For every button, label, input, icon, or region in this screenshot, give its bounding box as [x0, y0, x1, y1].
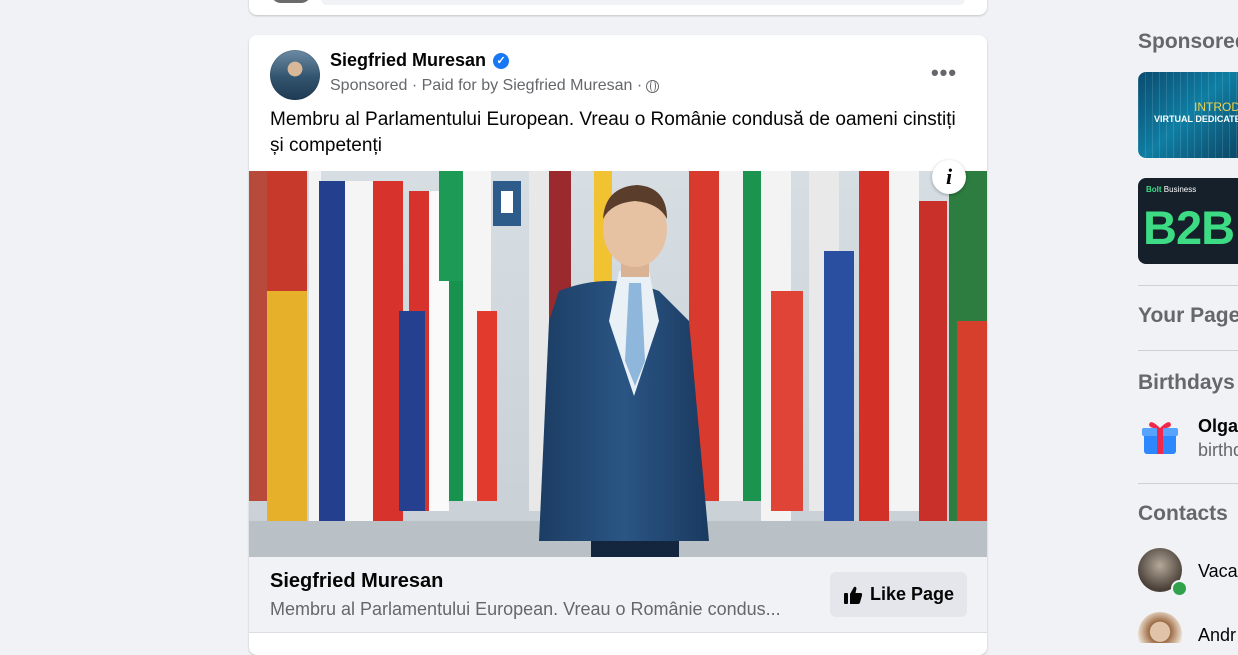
- your-pages-heading[interactable]: Your Pages: [1138, 304, 1238, 328]
- sponsored-label: Sponsored · Paid for by Siegfried Muresa…: [330, 77, 643, 94]
- like-page-button[interactable]: Like Page: [830, 572, 967, 617]
- ad-2-brand-suffix: Business: [1161, 185, 1197, 194]
- divider: [1138, 483, 1238, 484]
- avatar: [271, 0, 311, 3]
- birthday-name[interactable]: Olga: [1198, 416, 1238, 437]
- comment-input[interactable]: [321, 0, 965, 5]
- online-status-dot: [1171, 580, 1188, 597]
- ad-1-subline: VIRTUAL DEDICATE: [1154, 114, 1238, 124]
- birthday-text: birthd: [1198, 440, 1238, 460]
- author-avatar[interactable]: [270, 50, 320, 100]
- cta-title[interactable]: Siegfried Muresan: [270, 570, 443, 593]
- sponsored-ad-2[interactable]: Bolt Business B2B: [1138, 178, 1238, 264]
- post-text: Membru al Parlamentului European. Vreau …: [270, 109, 956, 156]
- right-sidebar: Sponsored INTRODUC VIRTUAL DEDICATE Bolt…: [1138, 0, 1238, 643]
- gift-icon: [1142, 422, 1178, 454]
- verified-badge-icon: ✓: [493, 52, 510, 69]
- globe-icon[interactable]: [646, 79, 660, 93]
- ad-1-headline: INTRODUC: [1194, 100, 1238, 114]
- post-image[interactable]: [249, 171, 987, 557]
- cta-description: Membru al Parlamentului European. Vreau …: [270, 599, 781, 619]
- author-name[interactable]: Siegfried Muresan: [330, 50, 486, 71]
- previous-post-card: [249, 0, 987, 15]
- contact-name[interactable]: Andr: [1198, 625, 1236, 643]
- divider: [1138, 350, 1238, 351]
- contact-name[interactable]: Vaca: [1198, 561, 1238, 582]
- contacts-heading: Contacts: [1138, 502, 1228, 525]
- thumbs-up-icon: [843, 586, 863, 604]
- divider: [1138, 285, 1238, 286]
- call-to-action-bar[interactable]: Siegfried Muresan Membru al Parlamentulu…: [249, 557, 987, 633]
- more-options-icon[interactable]: •••: [924, 55, 964, 91]
- post-photo: [249, 171, 987, 557]
- info-icon[interactable]: i: [932, 160, 966, 194]
- post-meta: Sponsored · Paid for by Siegfried Muresa…: [330, 77, 660, 95]
- bolt-logo-text: Bolt: [1146, 185, 1162, 194]
- sponsored-heading: Sponsored: [1138, 30, 1238, 53]
- ad-2-brand: Bolt Business: [1146, 185, 1196, 194]
- contact-avatar[interactable]: [1138, 612, 1182, 643]
- post-author[interactable]: Siegfried Muresan ✓: [330, 50, 510, 71]
- ad-2-headline: B2B: [1143, 201, 1235, 254]
- sponsored-post: Siegfried Muresan ✓ Sponsored · Paid for…: [249, 35, 987, 655]
- like-page-label: Like Page: [869, 584, 955, 604]
- birthdays-heading: Birthdays: [1138, 371, 1235, 394]
- sponsored-ad-1[interactable]: INTRODUC VIRTUAL DEDICATE: [1138, 72, 1238, 158]
